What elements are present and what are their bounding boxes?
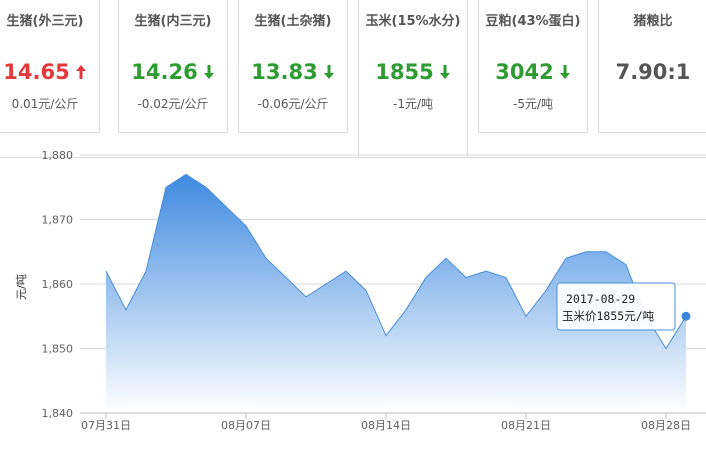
price-cards: 生猪(外三元) 14.65 0.01元/公斤 生猪(内三元) 14.26 -0.… bbox=[0, 0, 706, 158]
chart-tooltip: 2017-08-29 玉米价1855元/吨 bbox=[556, 282, 676, 331]
card-price: 1855 bbox=[359, 60, 467, 84]
card-label: 猪粮比 bbox=[633, 14, 673, 29]
arrow-down-icon bbox=[439, 65, 450, 79]
card-label: 生猪(土杂猪) bbox=[254, 14, 332, 29]
x-tick-label: 08月14日 bbox=[361, 419, 411, 432]
card-label: 豆粕(43%蛋白) bbox=[485, 14, 581, 29]
card-price: 13.83 bbox=[239, 60, 347, 84]
x-tick-label: 08月07日 bbox=[221, 419, 271, 432]
card-price: 3042 bbox=[479, 60, 587, 84]
data-points bbox=[681, 311, 691, 321]
card-label: 生猪(外三元) bbox=[6, 14, 84, 29]
tooltip-date: 2017-08-29 bbox=[566, 292, 635, 306]
y-tick-label: 1,880 bbox=[42, 149, 74, 162]
arrow-down-icon bbox=[559, 65, 570, 79]
tooltip-value: 玉米价1855元/吨 bbox=[562, 309, 655, 323]
x-tick-label: 07月31日 bbox=[81, 419, 131, 432]
y-axis: 1,880 1,870 1,860 1,850 1,840 bbox=[42, 149, 74, 420]
y-tick-label: 1,840 bbox=[42, 407, 74, 420]
card-price: 7.90:1 bbox=[615, 60, 691, 84]
card-change: -0.02元/公斤 bbox=[137, 97, 209, 111]
highlighted-data-point[interactable] bbox=[681, 311, 691, 321]
x-axis: 07月31日 08月07日 08月14日 08月21日 08月28日 bbox=[80, 412, 706, 432]
card-change: -5元/吨 bbox=[512, 97, 553, 111]
x-tick-label: 08月21日 bbox=[501, 419, 551, 432]
arrow-up-icon bbox=[75, 65, 86, 79]
card-change: -0.06元/公斤 bbox=[257, 97, 329, 111]
corn-price-chart: 1,880 1,870 1,860 1,850 1,840 元/吨 07月31日 08月0… bbox=[15, 149, 706, 432]
card-label: 生猪(内三元) bbox=[134, 14, 212, 29]
card-pig-grain-ratio[interactable]: 猪粮比 7.90:1 bbox=[598, 0, 706, 133]
arrow-down-icon bbox=[323, 65, 334, 79]
card-label: 玉米(15%水分) bbox=[365, 14, 461, 29]
card-soymeal[interactable]: 豆粕(43%蛋白) 3042 -5元/吨 bbox=[478, 0, 588, 133]
card-change: 0.01元/公斤 bbox=[11, 97, 79, 111]
y-tick-label: 1,870 bbox=[42, 214, 74, 227]
card-pig-neisanyuan[interactable]: 生猪(内三元) 14.26 -0.02元/公斤 bbox=[118, 0, 228, 133]
card-price: 14.65 bbox=[0, 60, 99, 84]
card-pig-waisanyuan[interactable]: 生猪(外三元) 14.65 0.01元/公斤 bbox=[0, 0, 100, 133]
y-tick-label: 1,860 bbox=[42, 278, 74, 291]
card-price: 14.26 bbox=[119, 60, 227, 84]
y-axis-label: 元/吨 bbox=[15, 274, 28, 300]
card-corn[interactable]: 玉米(15%水分) 1855 -1元/吨 bbox=[358, 0, 468, 158]
x-tick-label: 08月28日 bbox=[641, 419, 691, 432]
card-pig-tuzazhu[interactable]: 生猪(土杂猪) 13.83 -0.06元/公斤 bbox=[238, 0, 348, 133]
card-change: -1元/吨 bbox=[392, 97, 433, 111]
arrow-down-icon bbox=[203, 65, 214, 79]
y-tick-label: 1,850 bbox=[42, 343, 74, 356]
